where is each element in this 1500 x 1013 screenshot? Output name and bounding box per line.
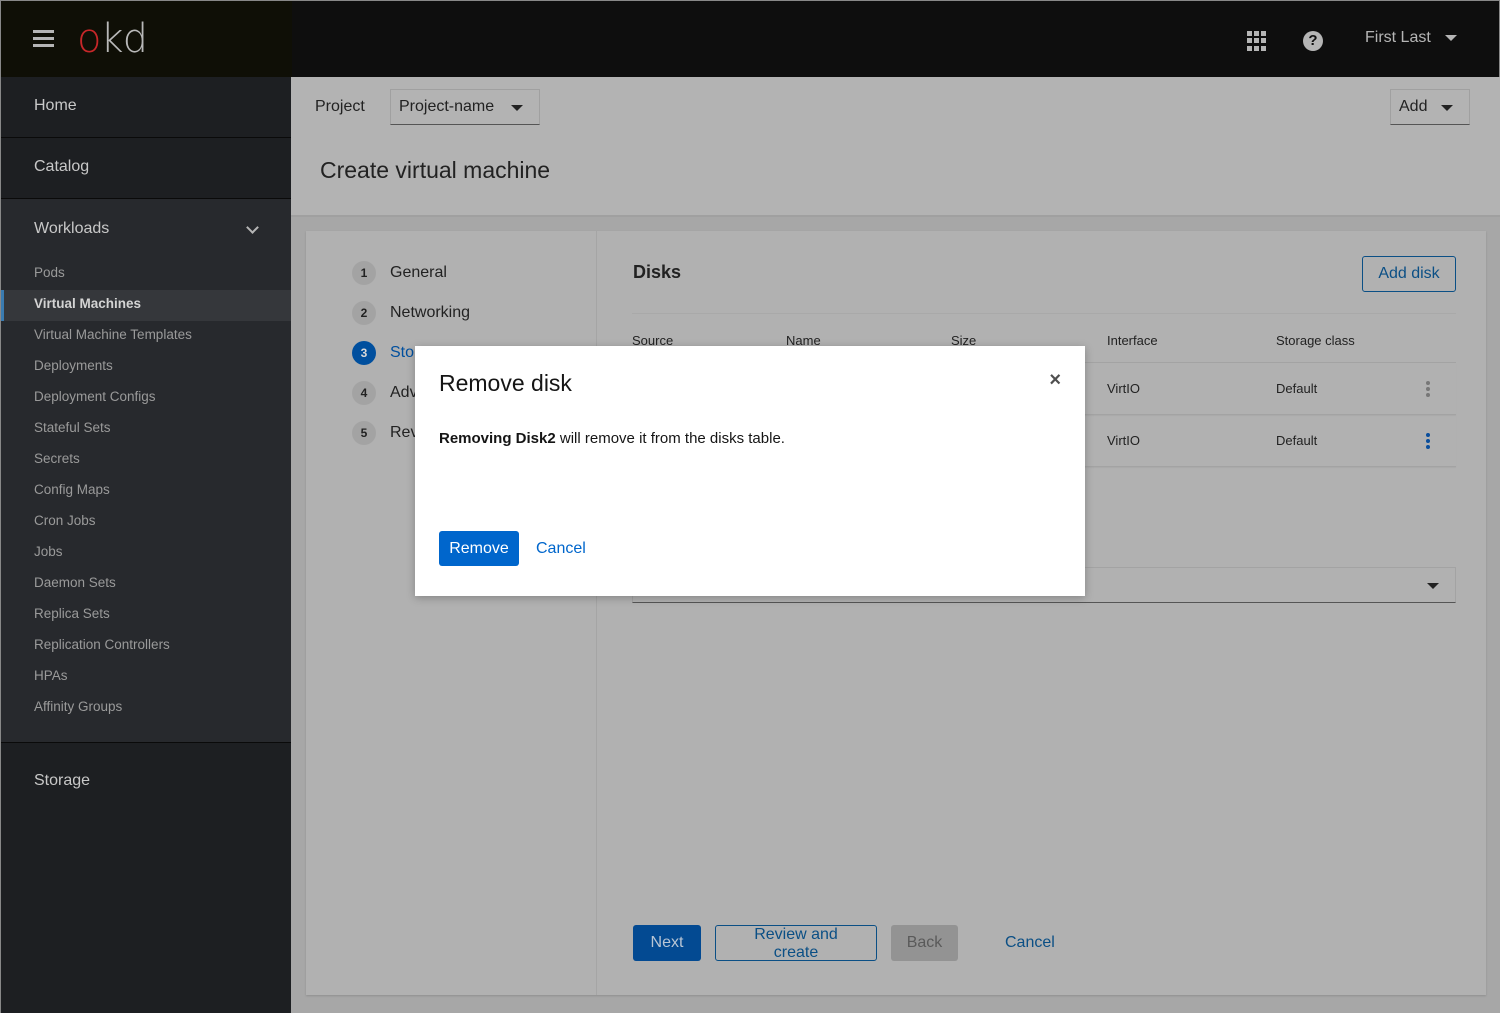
sidebar-item-deployment-configs[interactable]: Deployment Configs xyxy=(1,383,291,414)
sidebar-item-daemon-sets[interactable]: Daemon Sets xyxy=(1,569,291,600)
close-icon[interactable]: × xyxy=(1049,370,1061,390)
modal-body-bold: Removing Disk2 xyxy=(439,430,556,447)
step-number: 5 xyxy=(352,421,376,445)
sidebar-item-jobs[interactable]: Jobs xyxy=(1,538,291,569)
user-menu[interactable]: First Last xyxy=(1365,29,1457,47)
step-label: General xyxy=(390,264,447,281)
review-and-create-button[interactable]: Review and create xyxy=(715,925,877,961)
user-name: First Last xyxy=(1365,29,1431,46)
sidebar-item-secrets[interactable]: Secrets xyxy=(1,445,291,476)
caret-down-icon xyxy=(1441,105,1453,111)
sidebar-item-virtual-machine-templates[interactable]: Virtual Machine Templates xyxy=(1,321,291,352)
page-title: Create virtual machine xyxy=(320,157,551,183)
kebab-menu-icon[interactable] xyxy=(1426,432,1430,449)
sidebar-item-catalog[interactable]: Catalog xyxy=(1,138,291,199)
app-launcher-icon[interactable] xyxy=(1247,29,1269,51)
sidebar-item-hpas[interactable]: HPAs xyxy=(1,662,291,693)
cell-storage-class: Default xyxy=(1276,381,1318,396)
column-header[interactable]: Storage class xyxy=(1276,333,1426,348)
sidebar-item-replica-sets[interactable]: Replica Sets xyxy=(1,600,291,631)
modal-cancel-button[interactable]: Cancel xyxy=(536,540,586,558)
modal-body: Removing Disk2 will remove it from the d… xyxy=(439,430,785,447)
caret-down-icon xyxy=(1427,583,1439,589)
sidebar-item-stateful-sets[interactable]: Stateful Sets xyxy=(1,414,291,445)
step-number: 4 xyxy=(352,381,376,405)
project-value: Project-name xyxy=(399,98,495,115)
sidebar: Home Catalog Workloads Pods Virtual Machi… xyxy=(0,77,291,1013)
column-header[interactable]: Interface xyxy=(1107,333,1276,348)
caret-down-icon xyxy=(1444,35,1457,41)
workloads-label: Workloads xyxy=(34,220,110,237)
project-dropdown[interactable]: Project-name xyxy=(390,89,540,125)
remove-button[interactable]: Remove xyxy=(439,531,519,566)
back-button[interactable]: Back xyxy=(891,925,958,961)
hamburger-icon[interactable] xyxy=(33,30,54,48)
wizard-footer: Next Review and create Back Cancel xyxy=(633,925,1070,961)
sidebar-item-config-maps[interactable]: Config Maps xyxy=(1,476,291,507)
sidebar-item-storage[interactable]: Storage xyxy=(1,743,291,823)
sidebar-item-pods[interactable]: Pods xyxy=(1,259,291,290)
masthead: okd ? First Last xyxy=(0,0,1500,77)
page-header: Project Project-name Add Create virtual … xyxy=(291,77,1500,217)
modal-actions: Remove Cancel xyxy=(439,531,586,566)
step-number: 1 xyxy=(352,261,376,285)
step-number: 2 xyxy=(352,301,376,325)
add-disk-button[interactable]: Add disk xyxy=(1362,256,1456,292)
add-label: Add xyxy=(1399,98,1428,115)
next-button[interactable]: Next xyxy=(633,925,701,961)
kebab-menu-icon[interactable] xyxy=(1426,380,1430,397)
step-label: Networking xyxy=(390,304,471,321)
sidebar-item-deployments[interactable]: Deployments xyxy=(1,352,291,383)
sidebar-item-virtual-machines[interactable]: Virtual Machines xyxy=(1,290,291,321)
cell-interface: VirtIO xyxy=(1107,433,1140,448)
remove-disk-modal: Remove disk × Removing Disk2 will remove… xyxy=(415,346,1085,596)
project-label: Project xyxy=(315,98,365,115)
sidebar-section-workloads: Workloads Pods Virtual Machines Virtual Ma… xyxy=(1,199,291,743)
sidebar-item-replication-controllers[interactable]: Replication Controllers xyxy=(1,631,291,662)
chevron-down-icon xyxy=(246,221,259,234)
sidebar-item-home[interactable]: Home xyxy=(1,77,291,138)
cell-storage-class: Default xyxy=(1276,433,1318,448)
okd-logo[interactable]: okd xyxy=(77,15,148,63)
caret-down-icon xyxy=(511,105,523,111)
add-dropdown[interactable]: Add xyxy=(1390,89,1470,125)
modal-title: Remove disk xyxy=(439,370,572,396)
sidebar-item-cron-jobs[interactable]: Cron Jobs xyxy=(1,507,291,538)
disks-title: Disks xyxy=(633,262,682,282)
brand-area: okd xyxy=(1,1,292,77)
sidebar-item-workloads[interactable]: Workloads xyxy=(1,199,291,259)
help-icon[interactable]: ? xyxy=(1303,31,1323,51)
wizard-step-networking[interactable]: 2 Networking xyxy=(352,301,470,325)
sidebar-item-affinity-groups[interactable]: Affinity Groups xyxy=(1,693,291,724)
cancel-button[interactable]: Cancel xyxy=(990,925,1070,961)
cell-interface: VirtIO xyxy=(1107,381,1140,396)
modal-body-text: will remove it from the disks table. xyxy=(555,430,785,447)
wizard-step-general[interactable]: 1 General xyxy=(352,261,447,285)
step-number: 3 xyxy=(352,341,376,365)
